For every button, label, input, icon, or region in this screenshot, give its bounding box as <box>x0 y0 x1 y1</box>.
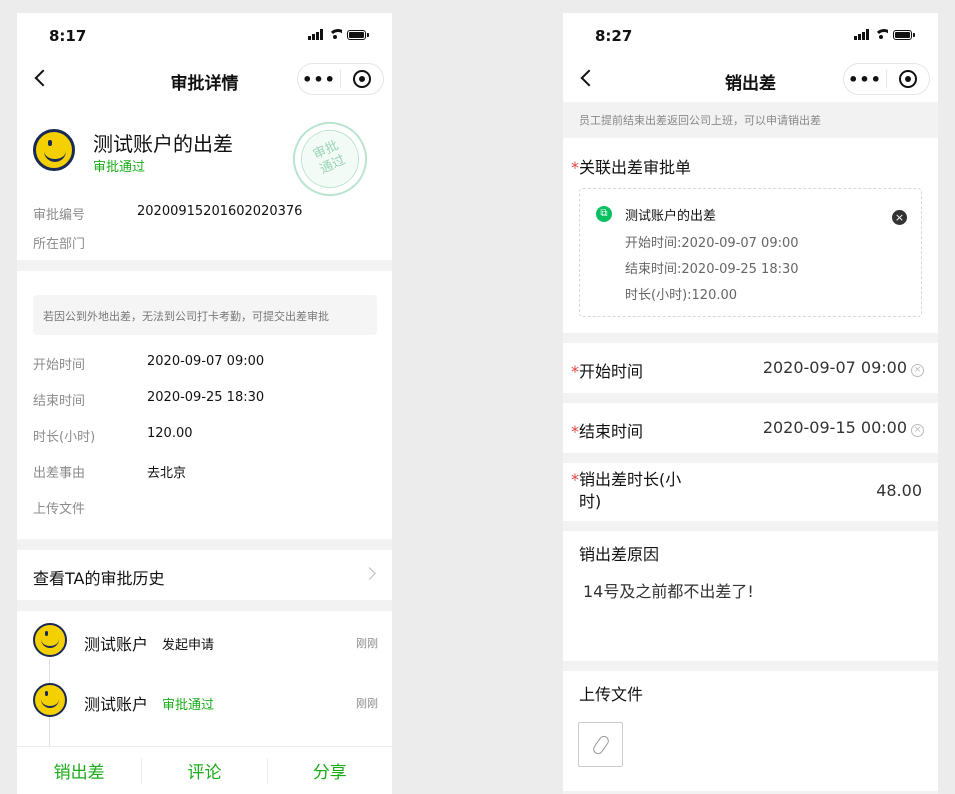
linked-approval-label: *关联出差审批单 <box>571 158 692 177</box>
duration-field: *销出差时长(小 时) 48.00 <box>563 463 938 521</box>
upload-field: 上传文件 <box>563 671 938 791</box>
miniprogram-capsule: ••• <box>843 63 930 95</box>
detail-label: 上传文件 <box>33 502 86 517</box>
signal-icon <box>308 29 323 40</box>
avatar <box>33 623 67 657</box>
close-miniprogram-icon[interactable] <box>887 70 929 88</box>
linked-card-line: 开始时间:2020-09-07 09:00 <box>625 236 799 251</box>
duration-label: 销出差时长(小 <box>579 470 682 489</box>
chevron-right-icon <box>363 567 376 580</box>
end-time-field[interactable]: *结束时间 2020-09-15 00:00 × <box>563 403 938 453</box>
cancel-trip-button[interactable]: 销出差 <box>17 758 141 783</box>
start-time-field[interactable]: *开始时间 2020-09-07 09:00 × <box>563 343 938 393</box>
approval-history-link[interactable]: 查看TA的审批历史 <box>17 550 392 600</box>
history-time: 刚刚 <box>356 697 378 710</box>
reason-field: 销出差原因 14号及之前都不出差了! <box>563 531 938 661</box>
action-bar: 销出差 评论 分享 <box>17 746 392 794</box>
battery-icon <box>347 29 369 40</box>
start-time-label: 开始时间 <box>579 362 644 381</box>
linked-card-line: 结束时间:2020-09-25 18:30 <box>625 262 799 277</box>
clear-icon[interactable]: × <box>911 364 924 377</box>
history-time: 刚刚 <box>356 637 378 650</box>
approval-status: 审批通过 <box>93 160 146 175</box>
detail-value: 120.00 <box>147 426 193 441</box>
signal-icon <box>854 29 869 40</box>
wifi-icon <box>328 29 342 40</box>
status-bar: 8:27 <box>563 13 938 57</box>
history-name: 测试账户 <box>84 695 149 714</box>
nav-bar: 审批详情 ••• <box>17 57 392 102</box>
detail-value: 2020-09-07 09:00 <box>147 354 265 369</box>
approval-no: 20200915201602020376 <box>137 204 303 219</box>
clear-icon[interactable]: × <box>911 424 924 437</box>
notice: 若因公到外地出差，无法到公司打卡考勤，可提交出差审批 <box>33 295 377 335</box>
approval-title: 测试账户的出差 <box>93 132 233 156</box>
approval-header: 测试账户的出差 审批通过 审批 通过 审批编号 2020091520160202… <box>17 102 392 260</box>
history-action: 审批通过 <box>162 698 215 713</box>
detail-value: 去北京 <box>147 466 187 481</box>
reason-label: 销出差原因 <box>579 545 660 564</box>
tip-text: 员工提前结束出差返回公司上班，可以申请销出差 <box>579 114 821 127</box>
detail-card: 若因公到外地出差，无法到公司打卡考勤，可提交出差审批 开始时间 2020-09-… <box>17 271 392 539</box>
nav-bar: 销出差 ••• <box>563 57 938 102</box>
linked-card-line: 时长(小时):120.00 <box>625 288 738 303</box>
status-time: 8:17 <box>49 27 87 45</box>
start-time-value: 2020-09-07 09:00 <box>762 358 907 377</box>
detail-label: 出差事由 <box>33 466 86 481</box>
upload-button[interactable] <box>578 722 623 767</box>
duration-value: 48.00 <box>876 481 922 500</box>
wifi-icon <box>874 29 888 40</box>
battery-icon <box>893 29 915 40</box>
linked-approval-section: *关联出差审批单 ⧉ 测试账户的出差 开始时间:2020-09-07 09:00… <box>563 138 938 333</box>
close-miniprogram-icon[interactable] <box>341 70 383 88</box>
end-time-label: 结束时间 <box>579 422 644 441</box>
linked-approval-card[interactable]: ⧉ 测试账户的出差 开始时间:2020-09-07 09:00 结束时间:202… <box>579 188 922 317</box>
comment-button[interactable]: 评论 <box>142 758 266 783</box>
end-time-value: 2020-09-15 00:00 <box>762 418 907 437</box>
reason-textarea[interactable]: 14号及之前都不出差了! <box>583 578 754 602</box>
paperclip-icon <box>590 733 611 756</box>
dept-label: 所在部门 <box>33 237 86 252</box>
avatar <box>33 129 75 171</box>
approval-no-label: 审批编号 <box>33 208 86 223</box>
linked-card-title: 测试账户的出差 <box>625 209 717 224</box>
history-action: 发起申请 <box>162 638 215 653</box>
detail-label: 时长(小时) <box>33 430 96 445</box>
detail-label: 开始时间 <box>33 358 86 373</box>
detail-value: 2020-09-25 18:30 <box>147 390 265 405</box>
approval-history-label: 查看TA的审批历史 <box>33 569 165 588</box>
miniprogram-capsule: ••• <box>297 63 384 95</box>
more-icon[interactable]: ••• <box>844 70 886 89</box>
approved-stamp: 审批 通过 <box>280 109 380 209</box>
approval-doc-icon: ⧉ <box>596 206 612 222</box>
cancel-trip-screen: 8:27 销出差 ••• 员工提前结束出差返回公司上班，可以申请销出差 *关联出… <box>563 13 938 794</box>
history-list: 测试账户 发起申请 刚刚 测试账户 审批通过 刚刚 <box>17 611 392 751</box>
more-icon[interactable]: ••• <box>298 70 340 89</box>
status-bar: 8:17 <box>17 13 392 57</box>
history-name: 测试账户 <box>84 635 149 654</box>
remove-icon[interactable]: × <box>892 210 907 225</box>
share-button[interactable]: 分享 <box>268 758 392 783</box>
avatar <box>33 683 67 717</box>
approval-detail-screen: 8:17 审批详情 ••• 测试账户的出差 审批通过 审批 通过 审批编号 20… <box>17 13 392 794</box>
status-time: 8:27 <box>595 27 633 45</box>
upload-label: 上传文件 <box>579 685 644 704</box>
detail-label: 结束时间 <box>33 394 86 409</box>
